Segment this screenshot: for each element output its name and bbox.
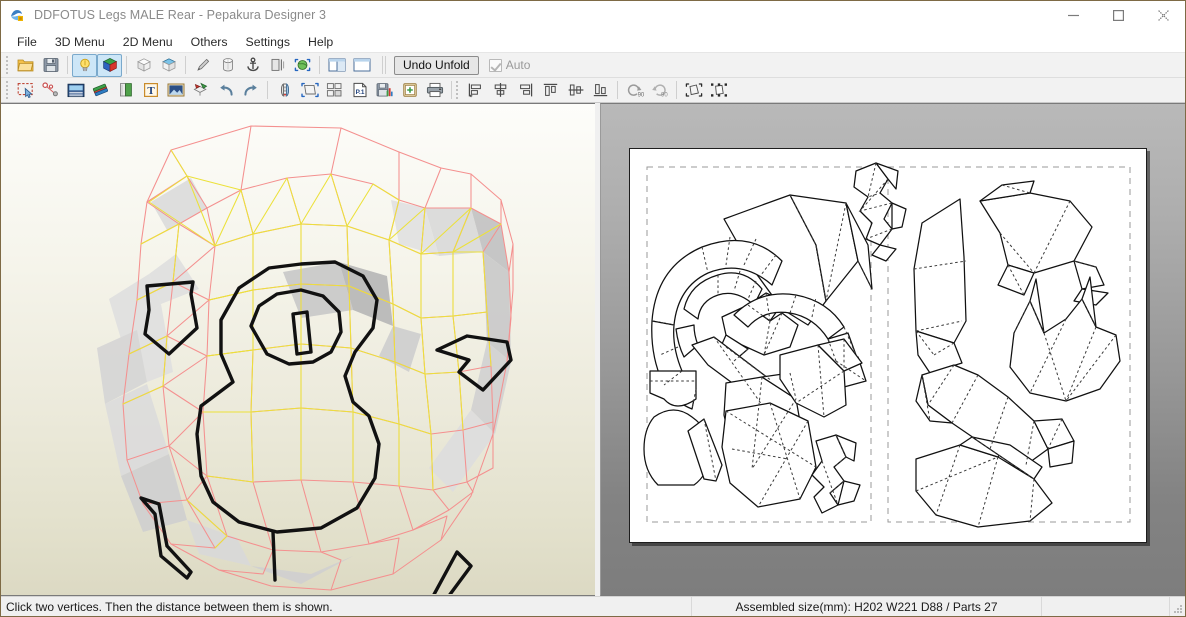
redo-icon[interactable] bbox=[238, 79, 263, 102]
scale-part-icon[interactable] bbox=[706, 79, 731, 102]
move-part-icon[interactable] bbox=[297, 79, 322, 102]
text-tool-icon[interactable]: T bbox=[138, 79, 163, 102]
title-bar: DDFOTUS Legs MALE Rear - Pepakura Design… bbox=[0, 0, 1186, 31]
toolbar-separator bbox=[319, 56, 320, 74]
3d-model-mesh bbox=[97, 125, 514, 594]
menu-item-2d-menu[interactable]: 2D Menu bbox=[114, 32, 182, 52]
status-bar: Click two vertices. Then the distance be… bbox=[0, 596, 1186, 617]
save-chart-icon[interactable] bbox=[372, 79, 397, 102]
unfold-icon[interactable] bbox=[188, 79, 213, 102]
split-window-icon[interactable] bbox=[324, 54, 349, 77]
minimize-icon[interactable] bbox=[1051, 0, 1096, 31]
main-toolbar: Undo Unfold Auto bbox=[0, 53, 1186, 78]
open-folder-icon[interactable] bbox=[13, 54, 38, 77]
unfold-toolbar: T P.1 90 90 bbox=[0, 78, 1186, 103]
save-floppy-icon[interactable] bbox=[38, 54, 63, 77]
svg-text:P.1: P.1 bbox=[355, 89, 364, 96]
toolbar-grip[interactable] bbox=[3, 81, 11, 100]
work-area bbox=[0, 103, 1186, 596]
svg-text:90: 90 bbox=[638, 93, 644, 98]
anchor-icon[interactable] bbox=[240, 54, 265, 77]
pepakura-app-icon bbox=[9, 7, 26, 24]
white-cube-icon[interactable] bbox=[131, 54, 156, 77]
menu-item-3d-menu[interactable]: 3D Menu bbox=[46, 32, 114, 52]
undo-unfold-button[interactable]: Undo Unfold bbox=[394, 55, 479, 75]
cylinder-icon[interactable] bbox=[215, 54, 240, 77]
align-left-icon[interactable] bbox=[463, 79, 488, 102]
window-title: DDFOTUS Legs MALE Rear - Pepakura Design… bbox=[34, 8, 327, 22]
2d-unfold-view[interactable] bbox=[600, 103, 1186, 596]
auto-checkbox-box[interactable] bbox=[488, 58, 502, 72]
arrange-parts-icon[interactable] bbox=[322, 79, 347, 102]
toolbar-grip[interactable] bbox=[3, 56, 11, 75]
svg-text:90: 90 bbox=[661, 93, 668, 98]
line-edit-icon[interactable] bbox=[113, 79, 138, 102]
align-middle-icon[interactable] bbox=[563, 79, 588, 102]
status-assembled-size: Assembled size(mm): H202 W221 D88 / Part… bbox=[692, 597, 1042, 617]
fit-selection-icon[interactable] bbox=[681, 79, 706, 102]
unfold-page-sheet[interactable] bbox=[629, 148, 1147, 543]
unfold-pattern bbox=[643, 162, 1131, 528]
svg-text:T: T bbox=[147, 85, 155, 97]
menu-item-file[interactable]: File bbox=[8, 32, 46, 52]
auto-checkbox[interactable]: Auto bbox=[488, 58, 531, 72]
toolbar-separator bbox=[185, 56, 186, 74]
menu-bar: File 3D Menu 2D Menu Others Settings Hel… bbox=[0, 31, 1186, 53]
mirror-part-icon[interactable] bbox=[272, 79, 297, 102]
toolbar-separator bbox=[676, 81, 677, 99]
rectangle-select-icon[interactable] bbox=[13, 79, 38, 102]
join-edge-icon[interactable] bbox=[38, 79, 63, 102]
menu-item-settings[interactable]: Settings bbox=[237, 32, 299, 52]
menu-item-help[interactable]: Help bbox=[299, 32, 342, 52]
blue-cube-icon[interactable] bbox=[156, 54, 181, 77]
toolbar-separator bbox=[267, 81, 268, 99]
image-tool-icon[interactable] bbox=[163, 79, 188, 102]
3d-model-view[interactable] bbox=[0, 103, 595, 596]
align-center-icon[interactable] bbox=[488, 79, 513, 102]
flap-style-icon[interactable] bbox=[88, 79, 113, 102]
align-bottom-icon[interactable] bbox=[588, 79, 613, 102]
single-window-icon[interactable] bbox=[349, 54, 374, 77]
toolbar-separator bbox=[126, 56, 127, 74]
pencil-icon[interactable] bbox=[190, 54, 215, 77]
align-top-icon[interactable] bbox=[538, 79, 563, 102]
status-hint: Click two vertices. Then the distance be… bbox=[0, 597, 692, 617]
rotate-ccw-90-icon[interactable]: 90 bbox=[622, 79, 647, 102]
toolbar-separator bbox=[385, 56, 386, 74]
toolbar-separator bbox=[617, 81, 618, 99]
toolbar-grip[interactable] bbox=[453, 81, 461, 100]
toolbar-separator bbox=[451, 81, 452, 99]
undo-icon[interactable] bbox=[213, 79, 238, 102]
rotate-cw-90-icon[interactable]: 90 bbox=[647, 79, 672, 102]
resize-grip-icon[interactable] bbox=[1170, 597, 1186, 617]
page-number-icon[interactable]: P.1 bbox=[347, 79, 372, 102]
globe-select-icon[interactable] bbox=[290, 54, 315, 77]
mirror-icon[interactable] bbox=[265, 54, 290, 77]
lightbulb-icon[interactable] bbox=[72, 53, 97, 77]
auto-checkbox-label: Auto bbox=[505, 58, 531, 72]
rgb-cube-icon[interactable] bbox=[97, 53, 122, 77]
print-icon[interactable] bbox=[422, 79, 447, 102]
menu-item-others[interactable]: Others bbox=[182, 32, 237, 52]
close-icon[interactable] bbox=[1141, 0, 1186, 31]
clipboard-icon[interactable] bbox=[397, 79, 422, 102]
tab-edit-icon[interactable] bbox=[63, 79, 88, 102]
toolbar-separator bbox=[67, 56, 68, 74]
status-extra-cell bbox=[1042, 597, 1170, 617]
align-right-icon[interactable] bbox=[513, 79, 538, 102]
window-controls bbox=[1051, 0, 1186, 31]
pepakura-main-window: DDFOTUS Legs MALE Rear - Pepakura Design… bbox=[0, 0, 1186, 617]
maximize-icon[interactable] bbox=[1096, 0, 1141, 31]
toolbar-separator bbox=[382, 56, 383, 74]
